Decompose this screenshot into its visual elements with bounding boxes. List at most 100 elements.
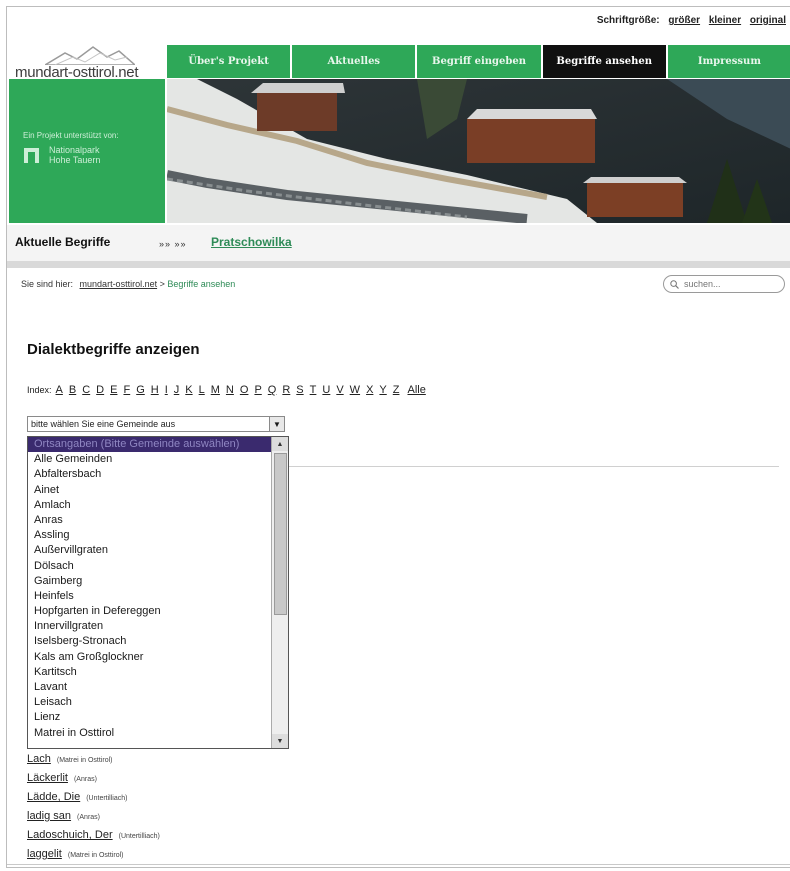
index-letter-u[interactable]: U [322, 384, 330, 396]
dropdown-option[interactable]: Leisach [28, 695, 272, 710]
page-frame: Schriftgröße: größer kleiner original mu… [6, 6, 790, 868]
scrollbar-thumb[interactable] [274, 453, 287, 615]
scroll-up-icon[interactable]: ▲ [272, 437, 288, 451]
breadcrumb-separator: > [159, 279, 165, 289]
nav-item-projekt[interactable]: Über's Projekt [167, 45, 290, 78]
dropdown-option[interactable]: Ainet [28, 483, 272, 498]
index-letter-f[interactable]: F [123, 384, 130, 396]
index-letter-x[interactable]: X [366, 384, 373, 396]
index-letter-c[interactable]: C [82, 384, 90, 396]
index-letter-z[interactable]: Z [393, 384, 400, 396]
current-terms-bar: Aktuelle Begriffe »» »» Pratschowilka [7, 225, 790, 261]
index-letter-i[interactable]: I [165, 384, 168, 396]
dropdown-option[interactable]: Ortsangaben (Bitte Gemeinde auswählen) [28, 437, 272, 453]
nav-item-aktuelles[interactable]: Aktuelles [290, 45, 415, 78]
term-results-list: Lach (Matrei in Osttirol) Läckerlit (Anr… [27, 753, 160, 867]
dropdown-option[interactable]: Amlach [28, 498, 272, 513]
nav-item-begriffe-ansehen[interactable]: Begriffe ansehen [540, 45, 666, 78]
index-letter-w[interactable]: W [350, 384, 360, 396]
index-letter-g[interactable]: G [136, 384, 145, 396]
search-input[interactable] [682, 278, 782, 290]
index-all-link[interactable]: Alle [407, 384, 425, 396]
breadcrumb: Sie sind hier: mundart-osttirol.net > Be… [21, 279, 235, 289]
nav-item-begriff-eingeben[interactable]: Begriff eingeben [415, 45, 540, 78]
dropdown-option[interactable]: Gaimberg [28, 574, 272, 589]
index-letter-s[interactable]: S [296, 384, 303, 396]
dropdown-option[interactable]: Kals am Großglockner [28, 650, 272, 665]
chevron-down-icon[interactable]: ▼ [269, 417, 284, 431]
dropdown-option[interactable]: Dölsach [28, 559, 272, 574]
index-letter-r[interactable]: R [282, 384, 290, 396]
term-link[interactable]: laggelit [27, 848, 62, 860]
municipality-dropdown-list[interactable]: Ortsangaben (Bitte Gemeinde auswählen) A… [27, 436, 289, 749]
index-letter-y[interactable]: Y [379, 384, 386, 396]
index-letter-l[interactable]: L [199, 384, 205, 396]
sponsor-caption: Ein Projekt unterstützt von: [23, 131, 119, 140]
page-title: Dialektbegriffe anzeigen [27, 341, 200, 358]
term-place: (Anras) [73, 776, 97, 783]
font-original-link[interactable]: original [750, 15, 786, 26]
current-term-link[interactable]: Pratschowilka [211, 235, 292, 249]
dropdown-option[interactable]: Kartitsch [28, 665, 272, 680]
breadcrumb-home-link[interactable]: mundart-osttirol.net [80, 279, 158, 289]
current-terms-label: Aktuelle Begriffe [15, 235, 111, 249]
term-link[interactable]: Lädde, Die [27, 791, 80, 803]
nationalpark-logo[interactable]: Nationalpark Hohe Tauern [23, 145, 100, 165]
dropdown-option[interactable]: Lavant [28, 680, 272, 695]
term-link[interactable]: Ladoschuich, Der [27, 829, 113, 841]
sponsor-panel: Ein Projekt unterstützt von: Nationalpar… [9, 79, 165, 223]
index-letter-o[interactable]: O [240, 384, 249, 396]
dropdown-option[interactable]: Innervillgraten [28, 619, 272, 634]
index-letter-t[interactable]: T [310, 384, 317, 396]
header-photo [167, 79, 790, 223]
dropdown-option[interactable]: Alle Gemeinden [28, 452, 272, 467]
dropdown-option[interactable]: Anras [28, 513, 272, 528]
dropdown-option[interactable]: Hopfgarten in Defereggen [28, 604, 272, 619]
term-link[interactable]: ladig san [27, 810, 71, 822]
index-letter-k[interactable]: K [185, 384, 192, 396]
site-logo[interactable]: mundart-osttirol.net [15, 45, 167, 81]
term-link[interactable]: Lach [27, 753, 51, 765]
dropdown-option[interactable]: Außervillgraten [28, 543, 272, 558]
index-letter-e[interactable]: E [110, 384, 117, 396]
main-nav: Über's Projekt Aktuelles Begriff eingebe… [167, 45, 790, 78]
index-letter-v[interactable]: V [336, 384, 343, 396]
index-letter-n[interactable]: N [226, 384, 234, 396]
list-item: Läckerlit (Anras) [27, 772, 160, 791]
divider [7, 261, 790, 268]
dropdown-option[interactable]: Iselsberg-Stronach [28, 634, 272, 649]
municipality-select[interactable]: bitte wählen Sie eine Gemeinde aus ▼ [27, 416, 285, 432]
dropdown-option[interactable]: Lienz [28, 710, 272, 725]
index-label: Index: [27, 385, 52, 395]
index-letter-h[interactable]: H [151, 384, 159, 396]
term-place: (Anras) [77, 814, 100, 821]
index-letter-j[interactable]: J [174, 384, 180, 396]
dropdown-option[interactable]: Abfaltersbach [28, 467, 272, 482]
font-size-controls: Schriftgröße: größer kleiner original [597, 15, 786, 26]
term-place: (Untertilliach) [86, 795, 128, 802]
index-letter-p[interactable]: P [254, 384, 261, 396]
list-item: Lach (Matrei in Osttirol) [27, 753, 160, 772]
font-smaller-link[interactable]: kleiner [709, 15, 741, 26]
search-icon [670, 279, 679, 289]
arrows-icon: »» »» [159, 239, 187, 249]
dropdown-option[interactable]: Heinfels [28, 589, 272, 604]
sponsor-name-line2: Hohe Tauern [49, 155, 101, 165]
mountain-logo-icon [45, 46, 135, 65]
index-letter-d[interactable]: D [96, 384, 104, 396]
dropdown-option[interactable]: Assling [28, 528, 272, 543]
index-letter-b[interactable]: B [69, 384, 76, 396]
term-link[interactable]: Läckerlit [27, 772, 68, 784]
index-letter-a[interactable]: A [56, 384, 63, 396]
scroll-down-icon[interactable]: ▼ [272, 734, 288, 748]
dropdown-option[interactable]: Matrei in Osttirol [28, 726, 272, 741]
nav-item-impressum[interactable]: Impressum [665, 45, 790, 78]
index-letter-m[interactable]: M [211, 384, 220, 396]
breadcrumb-prefix: Sie sind hier: [21, 279, 74, 289]
content-divider [287, 466, 779, 467]
dropdown-scrollbar[interactable]: ▲ ▼ [271, 437, 288, 748]
index-letter-q[interactable]: Q [268, 384, 277, 396]
font-larger-link[interactable]: größer [668, 15, 700, 26]
list-item: Lädde, Die (Untertilliach) [27, 791, 160, 810]
search-box[interactable] [663, 275, 785, 293]
